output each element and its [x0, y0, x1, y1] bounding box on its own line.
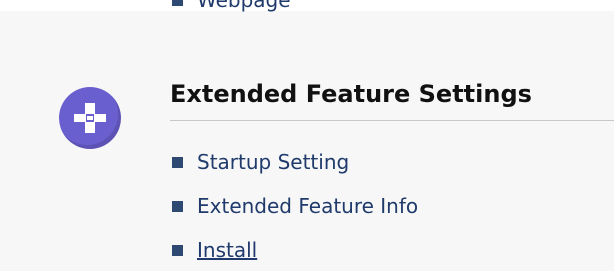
top-band	[0, 0, 614, 11]
menu-item-label: Extended Feature Info	[197, 194, 419, 218]
menu-item-label: Webpage	[197, 0, 291, 12]
square-bullet-icon	[172, 156, 183, 168]
settings-menu-page: Webpage Extended Feature Settings Startu…	[0, 0, 614, 271]
extended-feature-menu: Startup Setting Extended Feature Info In…	[172, 140, 418, 271]
square-bullet-icon	[172, 0, 183, 6]
square-bullet-icon	[172, 200, 183, 212]
puzzle-piece-icon-graphic	[74, 103, 106, 133]
puzzle-piece-icon	[59, 87, 121, 149]
menu-item-webpage[interactable]: Webpage	[172, 0, 291, 14]
square-bullet-icon	[172, 244, 183, 256]
menu-item-extended-feature-info[interactable]: Extended Feature Info	[172, 184, 418, 228]
install-link[interactable]: Install	[197, 238, 257, 262]
menu-item-install[interactable]: Install	[172, 228, 418, 271]
menu-item-label: Startup Setting	[197, 150, 350, 174]
menu-item-startup-setting[interactable]: Startup Setting	[172, 140, 418, 184]
section-title: Extended Feature Settings	[170, 80, 532, 108]
section-divider	[170, 120, 614, 121]
